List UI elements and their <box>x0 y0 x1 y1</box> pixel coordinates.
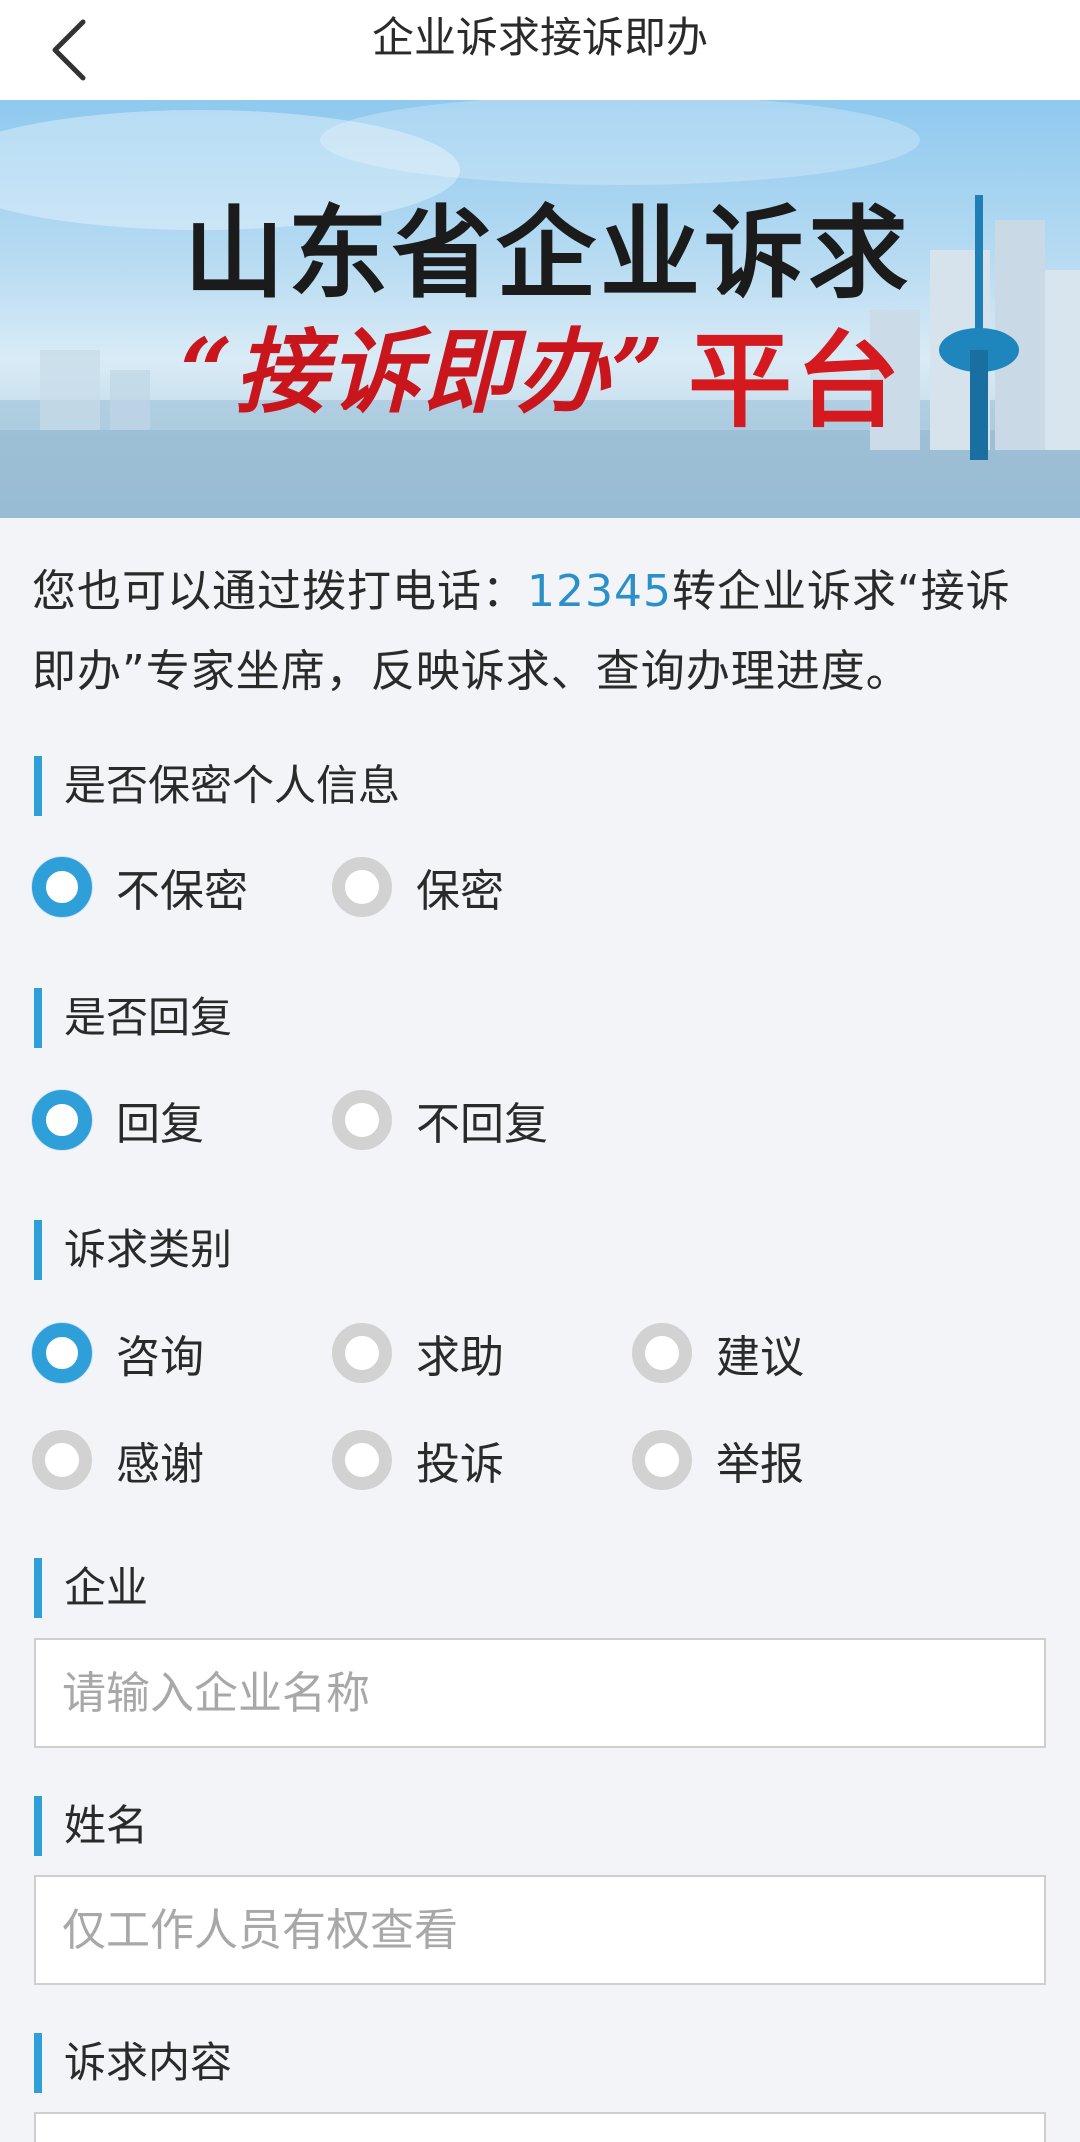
top-bar: 企业诉求接诉即办 <box>0 0 1080 101</box>
name-label: 姓名 <box>34 1796 148 1856</box>
option-label: 求助 <box>416 1332 504 1383</box>
radio-unselected-icon <box>332 857 392 917</box>
radio-unselected-icon <box>332 1430 392 1490</box>
radio-unselected-icon <box>632 1430 692 1490</box>
category-option-consult[interactable]: 咨询 <box>32 1318 204 1388</box>
intro-text: 您也可以通过拨打电话：12345转企业诉求“接诉即办”专家坐席，反映诉求、查询办… <box>32 552 1048 712</box>
privacy-label: 是否保密个人信息 <box>34 756 400 816</box>
category-option-complaint[interactable]: 投诉 <box>332 1425 504 1495</box>
option-label: 举报 <box>716 1439 804 1490</box>
option-label: 不保密 <box>116 866 248 917</box>
company-input[interactable] <box>34 1638 1046 1748</box>
reply-option-yes[interactable]: 回复 <box>32 1085 204 1155</box>
privacy-option-no-secret[interactable]: 不保密 <box>32 852 248 922</box>
radio-unselected-icon <box>632 1323 692 1383</box>
option-label: 不回复 <box>416 1099 548 1150</box>
option-label: 保密 <box>416 866 504 917</box>
intro-prefix: 您也可以通过拨打电话： <box>32 566 527 617</box>
radio-unselected-icon <box>332 1323 392 1383</box>
reply-option-no[interactable]: 不回复 <box>332 1085 548 1155</box>
content-label: 诉求内容 <box>34 2033 232 2093</box>
radio-unselected-icon <box>32 1430 92 1490</box>
privacy-option-secret[interactable]: 保密 <box>332 852 504 922</box>
radio-selected-icon <box>32 857 92 917</box>
option-label: 感谢 <box>116 1439 204 1490</box>
option-label: 建议 <box>716 1332 804 1383</box>
option-label: 咨询 <box>116 1332 204 1383</box>
reply-label: 是否回复 <box>34 988 232 1048</box>
banner-title-line2: “接诉即办” <box>180 318 666 426</box>
banner: 山东省企业诉求 “接诉即办” 平台 <box>0 100 1080 518</box>
radio-selected-icon <box>32 1323 92 1383</box>
option-label: 回复 <box>116 1099 204 1150</box>
radio-unselected-icon <box>332 1090 392 1150</box>
option-label: 投诉 <box>416 1439 504 1490</box>
category-option-report[interactable]: 举报 <box>632 1425 804 1495</box>
radio-selected-icon <box>32 1090 92 1150</box>
category-label: 诉求类别 <box>34 1220 232 1280</box>
category-option-thanks[interactable]: 感谢 <box>32 1425 204 1495</box>
name-input[interactable] <box>34 1875 1046 1985</box>
category-option-suggest[interactable]: 建议 <box>632 1318 804 1388</box>
banner-title-line3: 平台 <box>688 320 905 442</box>
content-textarea[interactable] <box>34 2112 1046 2142</box>
company-label: 企业 <box>34 1558 148 1618</box>
page-title: 企业诉求接诉即办 <box>371 13 708 62</box>
category-option-help[interactable]: 求助 <box>332 1318 504 1388</box>
phone-link[interactable]: 12345 <box>527 566 672 617</box>
